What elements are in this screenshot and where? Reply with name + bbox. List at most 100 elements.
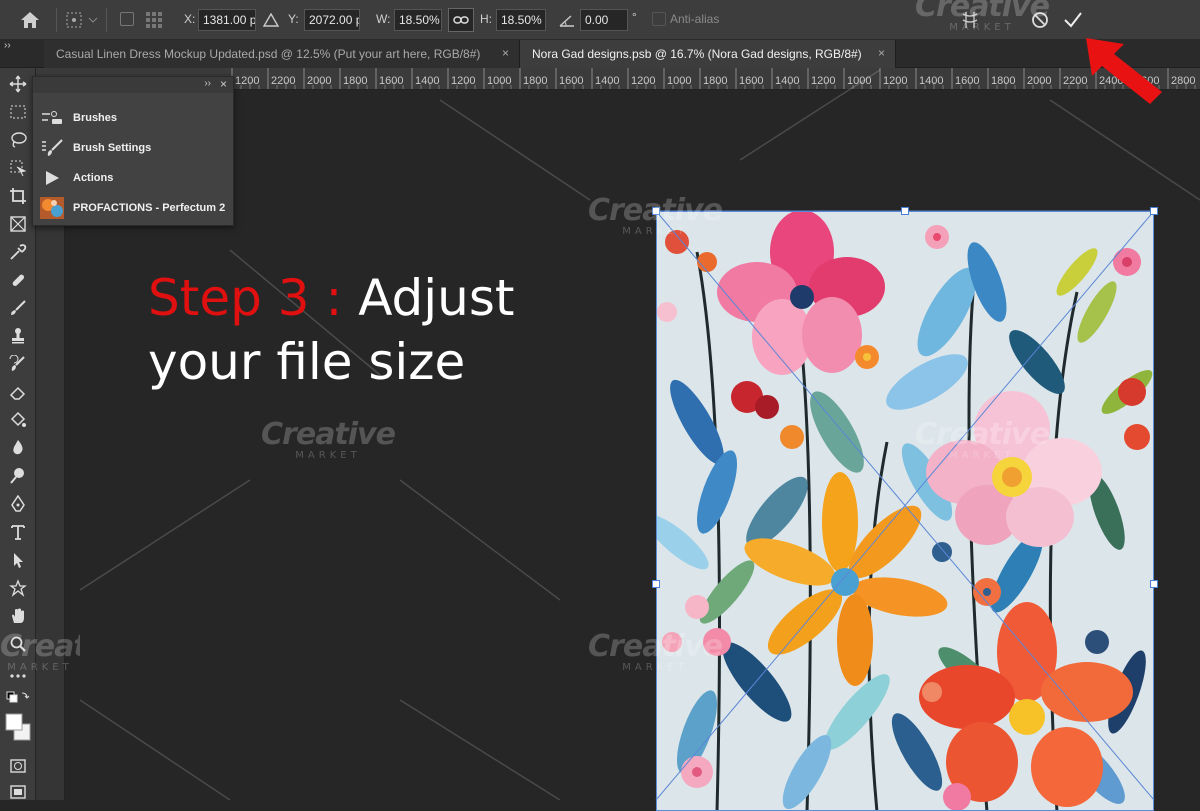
healing-brush-tool-icon[interactable] [6,268,30,292]
type-tool-icon[interactable] [6,520,30,544]
marquee-tool-icon[interactable] [6,100,30,124]
step-number: Step 3 : [148,269,359,327]
tab-label: Nora Gad designs.psb @ 16.7% (Nora Gad d… [532,47,862,61]
floral-artwork-image [657,212,1153,810]
ruler-tick-label: 1600 [955,75,979,87]
watermark-subtext: MARKET [7,662,73,673]
ruler-tick-label: 1200 [631,75,655,87]
tab-nora-gad-designs[interactable]: Nora Gad designs.psb @ 16.7% (Nora Gad d… [520,40,896,68]
panel-header[interactable]: ›› × [33,77,233,93]
width-field[interactable]: 18.50% [394,9,442,31]
crop-tool-icon[interactable] [6,184,30,208]
tab-casual-linen-dress[interactable]: Casual Linen Dress Mockup Updated.psd @ … [44,40,520,68]
panel-item-profactions[interactable]: PROFACTIONS - Perfectum 2 [39,195,229,221]
panel-close-icon[interactable]: × [220,77,227,91]
watermark-text: Creative [915,0,1050,24]
ruler-tick-label: 1400 [595,75,619,87]
quick-mask-icon[interactable] [6,754,30,778]
watermark: Creative MARKET [258,420,398,462]
commit-transform-icon[interactable] [1060,8,1086,32]
watermark-text: Creative [261,417,396,452]
x-position-field[interactable]: 1381.00 px [198,9,256,31]
dodge-tool-icon[interactable] [6,464,30,488]
ruler-tick-label: 1200 [811,75,835,87]
transform-handle-middle-right[interactable] [1150,580,1158,588]
rotate-angle-icon [558,11,576,29]
ruler-tick-label: 1800 [343,75,367,87]
home-icon[interactable] [8,6,52,34]
height-field[interactable]: 18.50% [496,9,546,31]
ruler-tick-label: 1200 [451,75,475,87]
panel-item-brush-settings[interactable]: Brush Settings [39,135,229,161]
eraser-tool-icon[interactable] [6,380,30,404]
tab-label: Casual Linen Dress Mockup Updated.psd @ … [56,47,481,61]
step-title-line1: Adjust [358,269,515,327]
paint-bucket-tool-icon[interactable] [6,408,30,432]
panel-item-brushes[interactable]: Brushes [39,105,229,131]
w-label: W: [376,12,391,26]
ruler-tick-label: 1800 [523,75,547,87]
panel-collapse-icon[interactable]: ›› [204,78,211,89]
panel-collapse-icon[interactable]: ›› [4,40,11,51]
hand-tool-icon[interactable] [6,604,30,628]
annotation-arrow-icon [1086,38,1162,104]
path-selection-tool-icon[interactable] [6,548,30,572]
thumbnail-icon [39,197,65,219]
ruler-tick-label: 1000 [487,75,511,87]
watermark-text: Creative [588,629,723,664]
brush-tool-icon[interactable] [6,296,30,320]
watermark: Creative MARKET [912,0,1052,34]
move-tool-icon[interactable] [6,72,30,96]
y-label: Y: [288,12,299,26]
ruler-tick-label: 1600 [739,75,763,87]
transform-handle-middle-left[interactable] [652,580,660,588]
antialias-checkbox[interactable] [652,12,666,26]
ruler-tick-label: 1600 [379,75,403,87]
clone-stamp-tool-icon[interactable] [6,324,30,348]
ruler-tick-label: 1400 [415,75,439,87]
panel-item-actions[interactable]: Actions [39,165,229,191]
screen-mode-icon[interactable] [6,780,30,804]
watermark: Creative MARKET [585,632,725,674]
custom-shape-tool-icon[interactable] [6,576,30,600]
pen-tool-icon[interactable] [6,492,30,516]
ruler-tick-label: 1000 [667,75,691,87]
transform-handle-top-right[interactable] [1150,207,1158,215]
floral-artwork-layer[interactable] [656,211,1154,811]
blur-tool-icon[interactable] [6,436,30,460]
ruler-tick-label: 2800 [1171,75,1195,87]
watermark: Creative MARKET [0,632,80,674]
ruler-tick-label: 2000 [307,75,331,87]
transform-handle-top-center[interactable] [901,207,909,215]
y-position-field[interactable]: 2072.00 px [304,9,360,31]
ruler-tick-label: 2000 [1027,75,1051,87]
watermark: Creative MARKET [585,196,725,238]
watermark-text: Creative [0,632,80,664]
history-brush-tool-icon[interactable] [6,352,30,376]
watermark: Creative MARKET [912,420,1052,462]
rotation-field[interactable]: 0.00 [580,9,628,31]
watermark-text: Creative [588,193,723,228]
panel-item-label: PROFACTIONS - Perfectum 2 [73,202,226,214]
reference-point-checkbox[interactable] [120,12,134,26]
foreground-background-color-icon[interactable] [3,710,33,744]
tab-close-icon[interactable]: × [502,46,509,60]
ruler-tick-label: 1800 [991,75,1015,87]
panel-item-label: Brush Settings [73,142,152,154]
reference-point-icon[interactable] [64,10,100,30]
ruler-tick-label: 1600 [559,75,583,87]
separator [56,8,57,32]
eyedropper-tool-icon[interactable] [6,240,30,264]
x-label: X: [184,12,196,26]
tab-close-icon[interactable]: × [878,46,885,60]
ruler-tick-label: 1000 [847,75,871,87]
ruler-tick-label: 1800 [703,75,727,87]
delta-icon[interactable] [262,11,280,29]
lasso-tool-icon[interactable] [6,128,30,152]
ruler-tick-label: 1200 [235,75,259,87]
link-icon[interactable] [448,8,474,32]
object-selection-tool-icon[interactable] [6,156,30,180]
default-colors-icon[interactable] [6,688,30,712]
degree-symbol: ° [632,10,637,24]
frame-tool-icon[interactable] [6,212,30,236]
